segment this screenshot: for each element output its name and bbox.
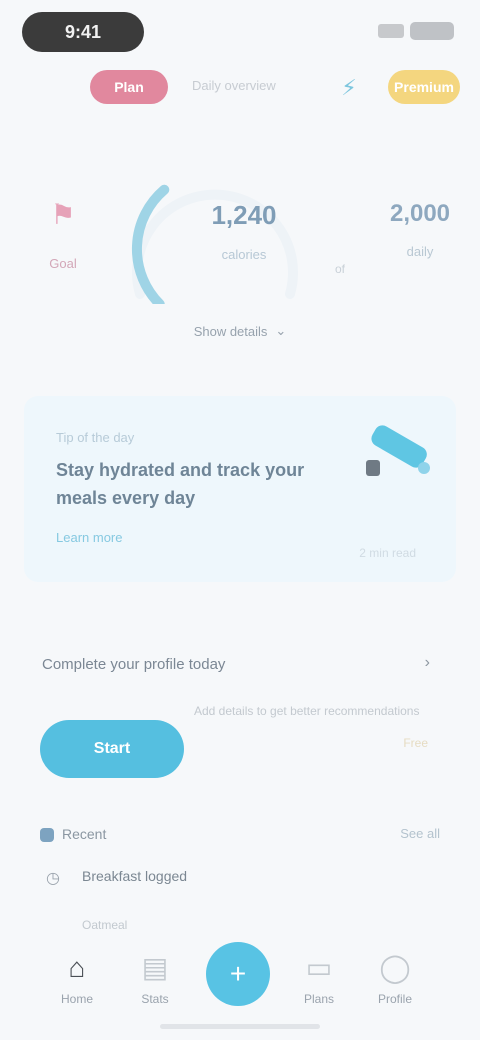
dashboard-stats: ⚑ Goal 1,240 calories of 2,000 daily Sho… [0, 150, 480, 350]
calories-value: 1,240 [211, 200, 277, 230]
nav-stats-label: Stats [141, 992, 169, 1006]
nav-plans-label: Plans [303, 992, 335, 1006]
status-time: 9:41 [22, 12, 144, 52]
see-all-link[interactable]: See all [400, 826, 440, 841]
tip-subtitle: Tip of the day [56, 430, 135, 445]
nav-profile[interactable]: ◯ Profile [356, 950, 434, 1020]
daily-label: daily [406, 244, 434, 259]
nav-stats[interactable]: ▤ Stats [116, 950, 194, 1020]
daily-value: 2,000 [389, 200, 451, 227]
goal-stat-label: Goal [49, 256, 77, 271]
goal-stat[interactable]: ⚑ Goal [28, 198, 98, 288]
list-item[interactable]: ◷ Breakfast logged [46, 858, 426, 894]
nav-home[interactable]: ⌂ Home [38, 950, 116, 1020]
nav-plans[interactable]: ▭ Plans [280, 950, 358, 1020]
plus-icon: + [229, 958, 247, 989]
tip-meta: 2 min read [359, 546, 416, 560]
status-bar: 9:41 [0, 0, 480, 60]
chart-icon: ▤ [141, 952, 169, 983]
section-icon [40, 828, 54, 842]
top-header: Plan Daily overview ⚡ Premium [0, 60, 480, 116]
bolt-icon[interactable]: ⚡ [338, 74, 360, 102]
app-screen: 9:41 Plan Daily overview ⚡ Premium ⚑ Goa… [0, 0, 480, 1040]
details-toggle-label: Show details [193, 323, 268, 339]
header-title: Daily overview [192, 78, 276, 93]
stat-separator: of [334, 262, 345, 276]
chevron-right-icon[interactable]: › [425, 654, 430, 672]
profile-section: Complete your profile today › Add detail… [24, 626, 456, 796]
plan-chip[interactable]: Plan [90, 70, 168, 104]
details-toggle[interactable]: Show details ⌄ [170, 320, 310, 342]
list-item-secondary: Oatmeal [82, 918, 128, 932]
list-item-label: Breakfast logged [82, 868, 188, 884]
home-icon: ⌂ [68, 952, 86, 983]
tip-card[interactable]: Tip of the day Stay hydrated and track y… [24, 396, 456, 582]
flag-icon: ⚑ [50, 199, 76, 230]
home-indicator [160, 1024, 320, 1029]
status-icons [354, 18, 454, 44]
battery-icon [410, 22, 454, 40]
daily-stat: 2,000 daily [372, 200, 468, 290]
calories-label: calories [221, 247, 267, 262]
nav-profile-label: Profile [377, 992, 412, 1006]
start-button[interactable]: Start [40, 720, 184, 778]
calories-stat: 1,240 calories [196, 200, 292, 290]
recent-section-header: Recent See all [40, 818, 440, 852]
chevron-down-icon: ⌄ [275, 323, 287, 338]
book-icon: ▭ [305, 952, 333, 983]
learn-more-link[interactable]: Learn more [56, 530, 122, 545]
add-button[interactable]: + [206, 942, 270, 1006]
illustration-icon [366, 425, 430, 476]
clock-icon: ◷ [46, 870, 60, 887]
profile-note: Free [403, 736, 428, 750]
user-icon: ◯ [379, 952, 411, 983]
signal-icon [378, 24, 404, 38]
tip-title: Stay hydrated and track your meals every… [56, 460, 305, 508]
profile-description: Add details to get better recommendation… [194, 704, 420, 718]
recent-title: Recent [62, 826, 107, 842]
profile-heading: Complete your profile today [42, 656, 226, 673]
premium-chip[interactable]: Premium [388, 70, 460, 104]
nav-home-label: Home [60, 992, 93, 1006]
